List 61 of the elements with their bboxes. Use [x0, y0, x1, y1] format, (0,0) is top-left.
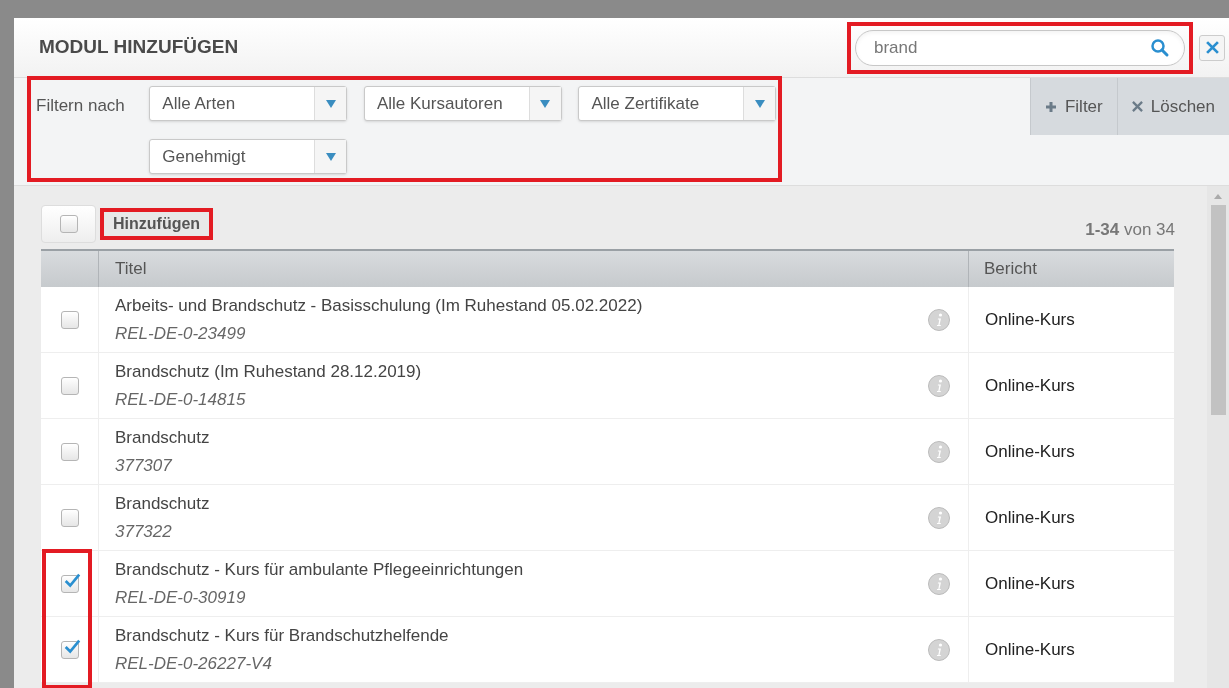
checkbox[interactable]	[60, 442, 79, 461]
dropdown[interactable]: Alle Kursautoren	[363, 86, 562, 121]
checkbox[interactable]	[60, 310, 79, 329]
checkbox[interactable]	[59, 215, 78, 233]
column-header: Bericht	[983, 258, 1038, 281]
check-icon	[62, 637, 81, 656]
table-cell-text: Online-Kurs	[984, 572, 1076, 595]
caret-icon	[540, 99, 551, 108]
table-cell-text: Online-Kurs	[984, 638, 1076, 661]
dropdown-value: Alle Zertifikate	[590, 92, 701, 115]
caret-icon	[754, 99, 765, 108]
caret-icon	[325, 99, 336, 108]
course-code: REL-DE-0-26227-V4	[115, 653, 273, 675]
table-cell-text: Online-Kurs	[984, 506, 1076, 529]
info-icon[interactable]	[928, 440, 950, 463]
dropdown[interactable]: Alle Zertifikate	[578, 86, 777, 121]
filter-label: Filtern nach	[36, 95, 126, 117]
info-icon[interactable]	[928, 638, 950, 661]
close-icon	[1205, 41, 1219, 54]
clear-filter-button[interactable]: Löschen	[1116, 78, 1229, 135]
course-code: 377307	[115, 455, 173, 477]
dropdown[interactable]: Genehmigt	[149, 139, 348, 174]
course-title: Brandschutz (Im Ruhestand 28.12.2019)	[115, 360, 423, 383]
course-title: Arbeits- und Brandschutz - Basisschulung (Im Ruhestand 05.02.2022)	[115, 294, 644, 317]
course-code: REL-DE-0-14815	[115, 389, 247, 411]
close-button[interactable]	[1199, 34, 1225, 61]
course-code: REL-DE-0-23499	[115, 323, 247, 345]
search-icon	[1150, 37, 1170, 58]
search-field[interactable]: brand	[855, 29, 1185, 66]
checkbox[interactable]	[60, 508, 79, 527]
course-title: Brandschutz	[115, 426, 211, 449]
info-icon[interactable]	[928, 506, 950, 529]
check-icon	[62, 571, 81, 590]
info-icon[interactable]	[928, 374, 950, 397]
dropdown[interactable]: Alle Arten	[149, 86, 348, 121]
info-icon[interactable]	[928, 308, 950, 331]
course-title: Brandschutz - Kurs für ambulante Pflegeeinrichtungen	[115, 558, 525, 581]
dropdown-value: Genehmigt	[161, 145, 247, 168]
close-icon	[1131, 101, 1143, 112]
info-icon[interactable]	[928, 572, 950, 595]
table-cell-text: Online-Kurs	[984, 440, 1076, 463]
course-code: REL-DE-0-30919	[115, 587, 247, 609]
dropdown-value: Alle Arten	[161, 92, 237, 115]
add-filter-button[interactable]: Filter	[1029, 78, 1117, 135]
scrollbar[interactable]	[1207, 186, 1229, 688]
plus-icon	[1044, 100, 1057, 113]
search-value: brand	[874, 36, 919, 59]
table-cell-text: Online-Kurs	[984, 308, 1076, 331]
pagination-count: 1-34 von 34	[1085, 219, 1175, 242]
course-code: 377322	[115, 521, 173, 543]
course-title: Brandschutz - Kurs für Brandschutzhelfende	[115, 624, 450, 647]
scroll-up-icon[interactable]	[1214, 194, 1222, 199]
dropdown-value: Alle Kursautoren	[375, 92, 504, 115]
add-button[interactable]: Hinzufügen	[104, 212, 210, 236]
dialog-title: MODUL HINZUFÜGEN	[39, 35, 240, 60]
checkbox[interactable]	[60, 640, 79, 659]
checkbox[interactable]	[60, 574, 79, 593]
caret-icon	[325, 152, 336, 161]
table-cell-text: Online-Kurs	[984, 374, 1076, 397]
checkbox[interactable]	[60, 376, 79, 395]
course-title: Brandschutz	[115, 492, 211, 515]
